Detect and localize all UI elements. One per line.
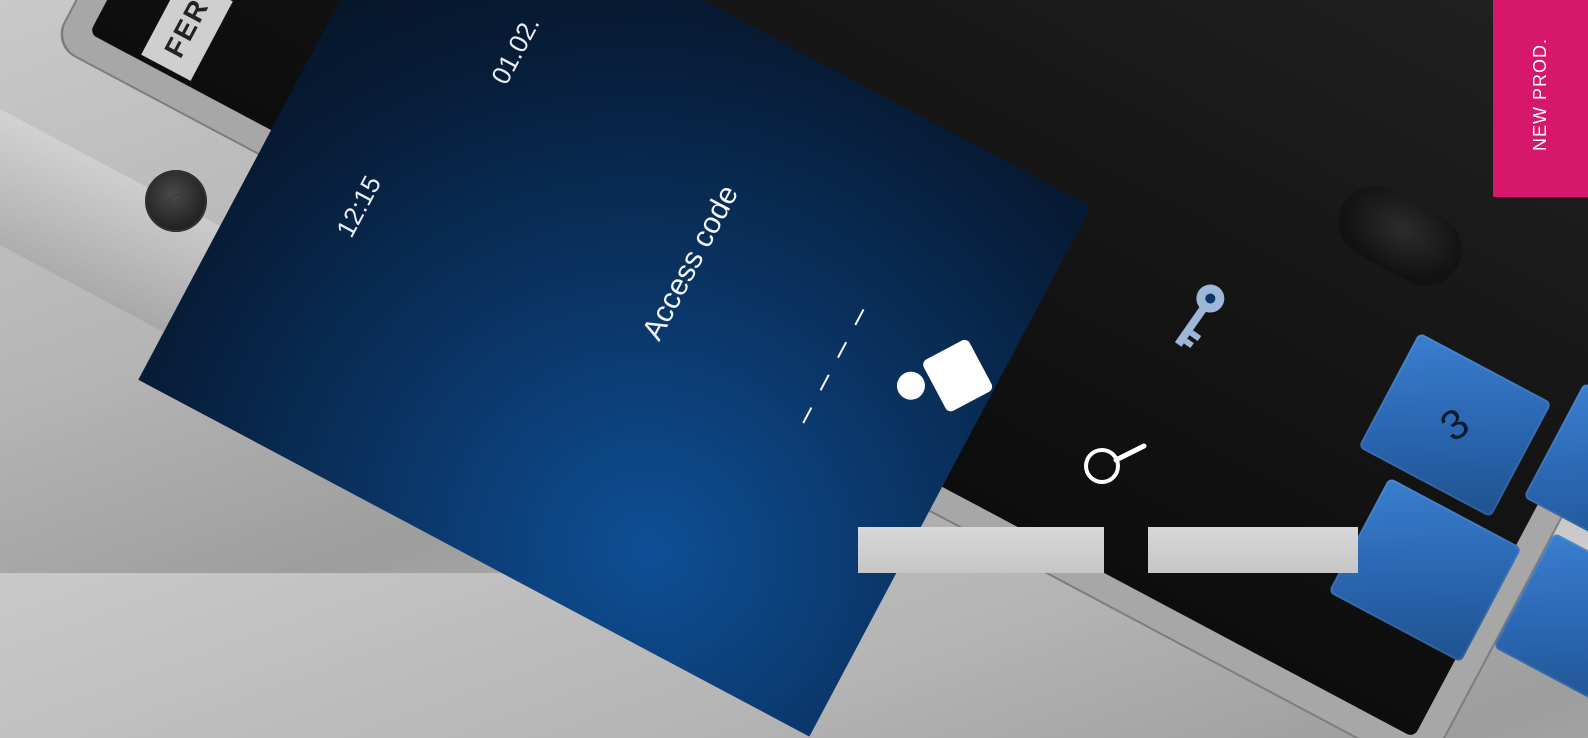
page-tab (858, 527, 1104, 573)
key-icon[interactable] (1160, 278, 1232, 360)
search-icon[interactable] (1078, 440, 1150, 488)
keypad: 3 (1328, 330, 1588, 718)
badge-label: NEW PROD. (1530, 37, 1551, 152)
person-icon[interactable] (892, 338, 1004, 428)
page-tab (1148, 527, 1358, 573)
camera-icon (145, 170, 207, 232)
new-product-badge: NEW PROD. (1493, 0, 1588, 197)
